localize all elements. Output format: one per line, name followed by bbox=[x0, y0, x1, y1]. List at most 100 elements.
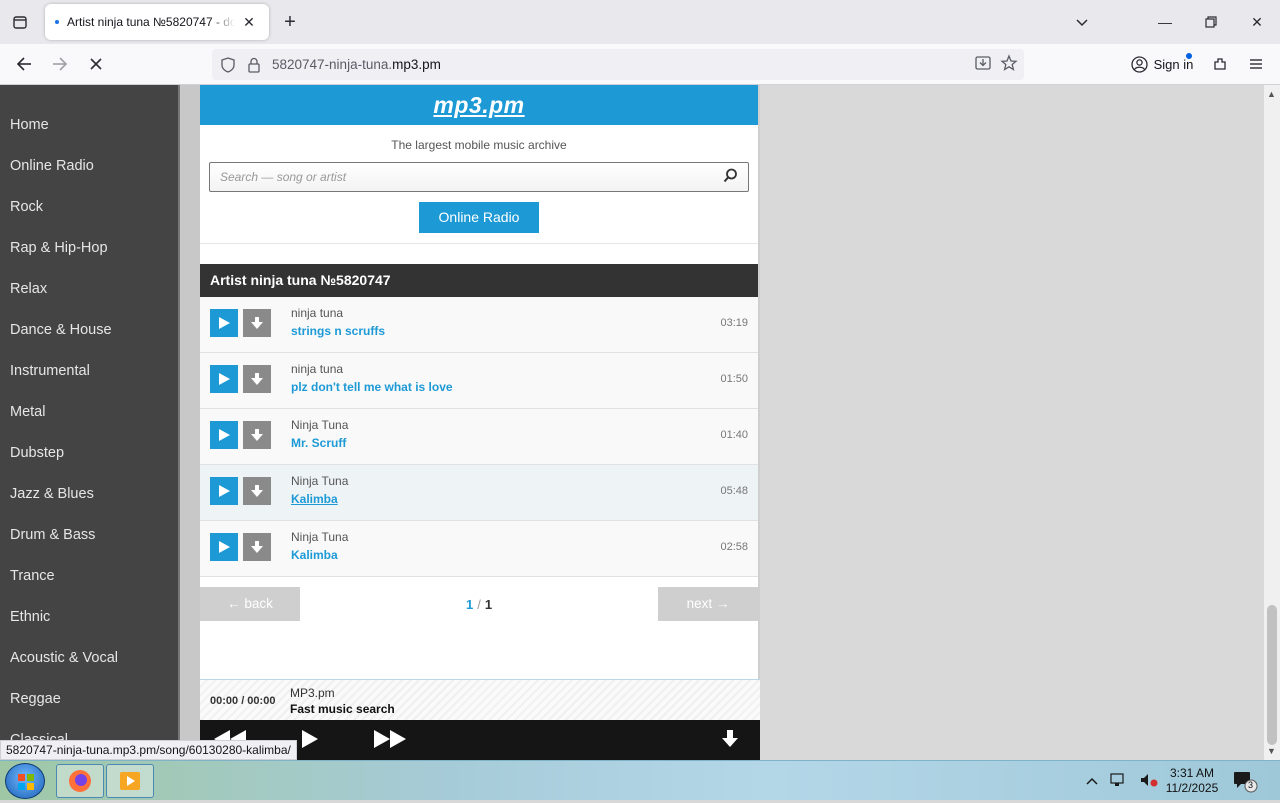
current-page[interactable]: 1 bbox=[466, 597, 473, 612]
track-title-link[interactable]: plz don't tell me what is love bbox=[291, 380, 453, 394]
search-input[interactable] bbox=[220, 170, 723, 184]
sidebar-item-relax[interactable]: Relax bbox=[0, 269, 178, 310]
download-icon bbox=[251, 317, 263, 329]
extensions-icon[interactable] bbox=[1206, 50, 1234, 78]
close-tab-icon[interactable]: ✕ bbox=[239, 12, 259, 32]
total-pages[interactable]: 1 bbox=[485, 597, 492, 612]
genre-sidebar: Home Online Radio Rock Rap & Hip-Hop Relax Da… bbox=[0, 85, 180, 760]
tab-list-icon[interactable] bbox=[8, 10, 32, 34]
sidebar-item-rock[interactable]: Rock bbox=[0, 187, 178, 228]
play-track-button[interactable] bbox=[210, 309, 238, 337]
sign-in-button[interactable]: Sign in bbox=[1124, 48, 1200, 80]
sidebar-item-instrumental[interactable]: Instrumental bbox=[0, 351, 178, 392]
play-icon[interactable] bbox=[300, 728, 320, 757]
scrollbar-thumb[interactable] bbox=[1267, 605, 1277, 745]
sidebar-item-dubstep[interactable]: Dubstep bbox=[0, 433, 178, 474]
download-track-button[interactable] bbox=[243, 421, 271, 449]
forward-arrow-icon[interactable] bbox=[46, 50, 74, 78]
minimize-icon[interactable]: — bbox=[1151, 8, 1179, 36]
scroll-down-icon[interactable]: ▼ bbox=[1267, 746, 1277, 756]
download-track-button[interactable] bbox=[243, 365, 271, 393]
start-button[interactable] bbox=[5, 763, 45, 799]
sidebar-item-acoustic-vocal[interactable]: Acoustic & Vocal bbox=[0, 638, 178, 679]
download-icon bbox=[251, 485, 263, 497]
track-title-link[interactable]: Mr. Scruff bbox=[291, 436, 346, 450]
sidebar-item-ethnic[interactable]: Ethnic bbox=[0, 597, 178, 638]
track-duration: 02:58 bbox=[720, 541, 748, 553]
play-icon bbox=[219, 373, 230, 385]
sidebar-item-reggae[interactable]: Reggae bbox=[0, 679, 178, 720]
site-header: mp3.pm bbox=[200, 85, 758, 125]
player-track-title: Fast music search bbox=[290, 702, 395, 716]
shield-icon[interactable] bbox=[218, 55, 238, 75]
notification-dot bbox=[1186, 53, 1192, 59]
site-logo[interactable]: mp3.pm bbox=[433, 92, 524, 119]
firefox-taskbar-icon[interactable] bbox=[56, 764, 104, 798]
download-track-button[interactable] bbox=[243, 477, 271, 505]
play-track-button[interactable] bbox=[210, 533, 238, 561]
player-info: 00:00 / 00:00 MP3.pm Fast music search bbox=[200, 679, 760, 720]
page-scrollbar[interactable]: ▲ ▼ bbox=[1264, 85, 1280, 760]
play-track-button[interactable] bbox=[210, 365, 238, 393]
track-title-link[interactable]: Kalimba bbox=[291, 548, 338, 562]
system-clock[interactable]: 3:31 AM 11/2/2025 bbox=[1160, 766, 1224, 796]
search-box bbox=[209, 162, 749, 192]
download-icon[interactable] bbox=[720, 728, 740, 757]
back-button[interactable]: ← back bbox=[200, 587, 300, 621]
windows-taskbar: 3:31 AM 11/2/2025 3 bbox=[0, 760, 1280, 800]
search-icon[interactable] bbox=[723, 168, 738, 186]
notifications-icon[interactable]: 3 bbox=[1232, 769, 1260, 793]
track-title-link[interactable]: Kalimba bbox=[291, 492, 338, 506]
network-icon[interactable] bbox=[1109, 772, 1129, 791]
bookmark-star-icon[interactable] bbox=[1000, 54, 1018, 75]
active-tab[interactable]: Artist ninja tuna №5820747 - download ✕ bbox=[45, 4, 269, 40]
track-title-link[interactable]: strings n scruffs bbox=[291, 324, 385, 338]
next-track-icon[interactable] bbox=[372, 728, 408, 757]
sidebar-item-drum-bass[interactable]: Drum & Bass bbox=[0, 515, 178, 556]
track-artist[interactable]: ninja tuna bbox=[291, 306, 343, 320]
track-row: Ninja Tuna Mr. Scruff 01:40 bbox=[200, 409, 758, 465]
chevron-down-icon[interactable] bbox=[1070, 10, 1094, 34]
track-artist[interactable]: Ninja Tuna bbox=[291, 474, 348, 488]
play-icon bbox=[219, 429, 230, 441]
online-radio-button[interactable]: Online Radio bbox=[419, 202, 539, 233]
close-window-icon[interactable]: ✕ bbox=[1243, 8, 1271, 36]
player-site: MP3.pm bbox=[290, 686, 335, 700]
download-icon bbox=[251, 541, 263, 553]
show-hidden-icons-icon[interactable] bbox=[1085, 774, 1099, 789]
download-track-button[interactable] bbox=[243, 309, 271, 337]
volume-muted-icon[interactable] bbox=[1139, 772, 1159, 791]
play-track-button[interactable] bbox=[210, 421, 238, 449]
clock-time: 3:31 AM bbox=[1169, 766, 1215, 780]
sidebar-item-metal[interactable]: Metal bbox=[0, 392, 178, 433]
navigation-toolbar: 5820747-ninja-tuna.mp3.pm Sign in bbox=[0, 44, 1280, 85]
back-arrow-icon[interactable] bbox=[10, 50, 38, 78]
url-text: 5820747-ninja-tuna.mp3.pm bbox=[272, 57, 441, 72]
address-bar[interactable]: 5820747-ninja-tuna.mp3.pm bbox=[212, 49, 1024, 80]
scroll-up-icon[interactable]: ▲ bbox=[1267, 89, 1277, 99]
account-icon bbox=[1130, 55, 1148, 73]
tab-title: Artist ninja tuna №5820747 - download bbox=[67, 15, 235, 29]
track-artist[interactable]: Ninja Tuna bbox=[291, 418, 348, 432]
lock-icon[interactable] bbox=[244, 55, 264, 75]
sidebar-item-dance-house[interactable]: Dance & House bbox=[0, 310, 178, 351]
new-tab-icon[interactable]: + bbox=[278, 10, 302, 34]
sidebar-item-home[interactable]: Home bbox=[0, 105, 178, 146]
sidebar-item-trance[interactable]: Trance bbox=[0, 556, 178, 597]
track-artist[interactable]: Ninja Tuna bbox=[291, 530, 348, 544]
play-track-button[interactable] bbox=[210, 477, 238, 505]
sidebar-item-jazz-blues[interactable]: Jazz & Blues bbox=[0, 474, 178, 515]
media-player-taskbar-icon[interactable] bbox=[106, 764, 154, 798]
sidebar-item-online-radio[interactable]: Online Radio bbox=[0, 146, 178, 187]
restore-icon[interactable] bbox=[1197, 8, 1225, 36]
track-row: Ninja Tuna Kalimba 05:48 bbox=[200, 465, 758, 521]
play-icon bbox=[219, 541, 230, 553]
clock-date: 11/2/2025 bbox=[1165, 781, 1219, 795]
download-track-button[interactable] bbox=[243, 533, 271, 561]
next-button[interactable]: next → bbox=[658, 587, 758, 621]
save-to-pocket-icon[interactable] bbox=[974, 54, 992, 75]
sidebar-item-rap-hip-hop[interactable]: Rap & Hip-Hop bbox=[0, 228, 178, 269]
track-artist[interactable]: ninja tuna bbox=[291, 362, 343, 376]
menu-icon[interactable] bbox=[1242, 50, 1270, 78]
stop-loading-icon[interactable] bbox=[82, 50, 110, 78]
